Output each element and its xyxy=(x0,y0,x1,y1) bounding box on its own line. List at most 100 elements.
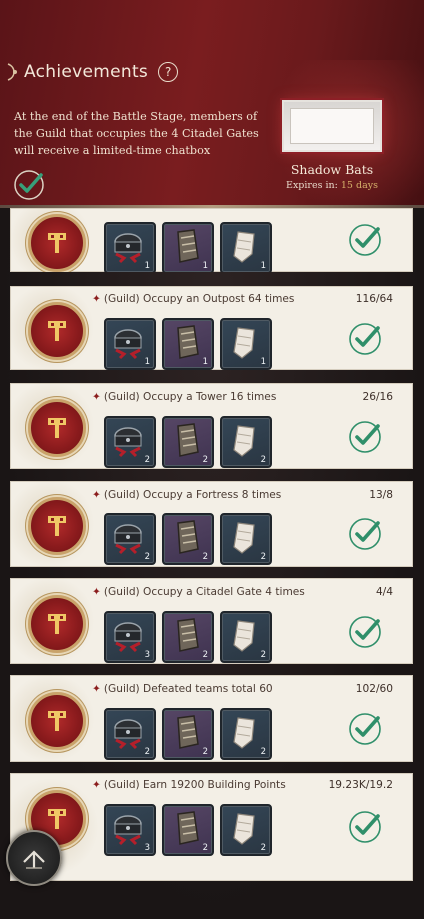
task-progress: 26/16 xyxy=(362,391,393,403)
reward-item[interactable]: 2 xyxy=(220,416,272,468)
achievement-card[interactable]: ✦ (Guild) Defeated teams total 60 102/60 2 2… xyxy=(10,675,413,762)
reward-quantity: 2 xyxy=(202,455,208,465)
task-badge xyxy=(28,692,86,750)
reward-quantity: 2 xyxy=(202,552,208,562)
task-name-text: (Guild) Occupy a Tower 16 times xyxy=(103,391,277,403)
task-progress: 19.23K/19.2 xyxy=(328,779,393,791)
back-arrow-icon xyxy=(23,850,45,869)
task-badge xyxy=(28,302,86,360)
reward-item[interactable]: 1 xyxy=(220,318,272,370)
chest-icon xyxy=(114,329,142,360)
reward-item[interactable]: 1 xyxy=(104,318,156,370)
bullet-star-icon: ✦ xyxy=(92,391,101,403)
gauntlet-icon xyxy=(177,715,199,749)
task-progress: 116/64 xyxy=(355,293,393,305)
reward-item[interactable]: 2 xyxy=(104,416,156,468)
guild-hammer-emblem-icon xyxy=(48,711,66,731)
reward-quantity: 2 xyxy=(144,455,150,465)
reward-item[interactable]: 2 xyxy=(162,513,214,565)
reward-quantity: 2 xyxy=(144,552,150,562)
reward-item[interactable]: 2 xyxy=(104,513,156,565)
bullet-star-icon: ✦ xyxy=(92,779,101,791)
checkmark-icon xyxy=(349,518,381,550)
reward-item[interactable]: 2 xyxy=(220,513,272,565)
cloth-icon xyxy=(233,425,255,457)
chest-icon xyxy=(114,233,142,264)
reward-item[interactable]: 3 xyxy=(104,611,156,663)
cloth-icon xyxy=(233,231,255,263)
bullet-star-icon: ✦ xyxy=(92,293,101,305)
task-badge xyxy=(28,595,86,653)
reward-quantity: 2 xyxy=(202,843,208,853)
reward-quantity: 1 xyxy=(202,261,208,271)
reward-item[interactable]: 1 xyxy=(220,222,272,272)
reward-item[interactable]: 1 xyxy=(162,222,214,272)
reward-item[interactable]: 2 xyxy=(220,804,272,856)
task-name: ✦ (Guild) Occupy a Citadel Gate 4 times xyxy=(92,586,305,598)
gauntlet-icon xyxy=(177,811,199,845)
achievement-card[interactable]: ✦ (Guild) Occupy an Outpost 64 times 116/6… xyxy=(10,286,413,370)
reward-items: 1 1 1 xyxy=(104,318,272,370)
task-name-text: (Guild) Occupy an Outpost 64 times xyxy=(103,293,295,305)
reward-quantity: 2 xyxy=(202,650,208,660)
title-ornament-icon xyxy=(7,63,17,81)
chest-icon xyxy=(114,427,142,458)
reward-quantity: 2 xyxy=(260,843,266,853)
guild-hammer-emblem-icon xyxy=(48,516,66,536)
achievement-card[interactable]: ✦ (Guild) Occupy a Tower 16 times 26/16 2 2 2 xyxy=(10,383,413,469)
reward-item[interactable]: 1 xyxy=(162,318,214,370)
gauntlet-icon xyxy=(177,520,199,554)
gauntlet-icon xyxy=(177,423,199,457)
task-badge xyxy=(28,497,86,555)
task-name-text: (Guild) Occupy a Fortress 8 times xyxy=(103,489,282,501)
task-name-text: (Guild) Earn 19200 Building Points xyxy=(103,779,286,791)
achievements-header: Achievements ? At the end of the Battle … xyxy=(0,0,424,208)
expires-label: Expires in: xyxy=(286,180,338,191)
reward-item[interactable]: 2 xyxy=(104,708,156,760)
reward-item[interactable]: 2 xyxy=(162,611,214,663)
achievement-card[interactable]: ✦ (Guild) Occupy a Citadel Gate 4 times 4/… xyxy=(10,578,413,664)
reward-item[interactable]: 2 xyxy=(162,804,214,856)
reward-item[interactable]: 2 xyxy=(162,708,214,760)
task-name: ✦ (Guild) Earn 19200 Building Points xyxy=(92,779,286,791)
bullet-star-icon: ✦ xyxy=(92,586,101,598)
reward-items: 2 2 2 xyxy=(104,513,272,565)
cloth-icon xyxy=(233,813,255,845)
achievement-card[interactable]: ✦ (Guild) Earn 19200 Building Points 19.23… xyxy=(10,773,413,881)
guild-hammer-emblem-icon xyxy=(48,809,66,829)
checkmark-icon xyxy=(349,421,381,453)
reward-quantity: 3 xyxy=(144,650,150,660)
reward-item[interactable]: 2 xyxy=(220,708,272,760)
reward-quantity: 2 xyxy=(144,747,150,757)
reward-items: 2 2 2 xyxy=(104,708,272,760)
bullet-star-icon: ✦ xyxy=(92,489,101,501)
task-name: ✦ (Guild) Defeated teams total 60 xyxy=(92,683,273,695)
chatbox-reward-preview[interactable] xyxy=(282,100,382,152)
reward-item[interactable]: 2 xyxy=(220,611,272,663)
reward-items: 2 2 2 xyxy=(104,416,272,468)
task-name: ✦ (Guild) Occupy an Outpost 64 times xyxy=(92,293,294,305)
reward-quantity: 2 xyxy=(202,747,208,757)
reward-item[interactable]: 2 xyxy=(162,416,214,468)
chest-icon xyxy=(114,815,142,846)
reward-quantity: 1 xyxy=(260,357,266,367)
reward-item[interactable]: 1 xyxy=(104,222,156,272)
achievement-card[interactable]: 1 1 1 xyxy=(10,208,413,272)
chest-icon xyxy=(114,719,142,750)
cloth-icon xyxy=(233,717,255,749)
help-icon[interactable]: ? xyxy=(153,57,183,87)
title-row: Achievements ? xyxy=(6,57,183,87)
reward-quantity: 3 xyxy=(144,843,150,853)
task-badge xyxy=(28,214,86,272)
expires-value: 15 days xyxy=(340,180,378,191)
achievement-card[interactable]: ✦ (Guild) Occupy a Fortress 8 times 13/8 2 2… xyxy=(10,481,413,567)
back-button[interactable] xyxy=(6,830,62,886)
achievement-description: At the end of the Battle Stage, members … xyxy=(14,110,259,157)
reward-item[interactable]: 3 xyxy=(104,804,156,856)
reward-quantity: 1 xyxy=(144,261,150,271)
reward-quantity: 2 xyxy=(260,747,266,757)
checkmark-icon xyxy=(349,323,381,355)
reward-quantity: 2 xyxy=(260,455,266,465)
guild-hammer-emblem-icon xyxy=(48,233,66,253)
task-name-text: (Guild) Defeated teams total 60 xyxy=(103,683,273,695)
